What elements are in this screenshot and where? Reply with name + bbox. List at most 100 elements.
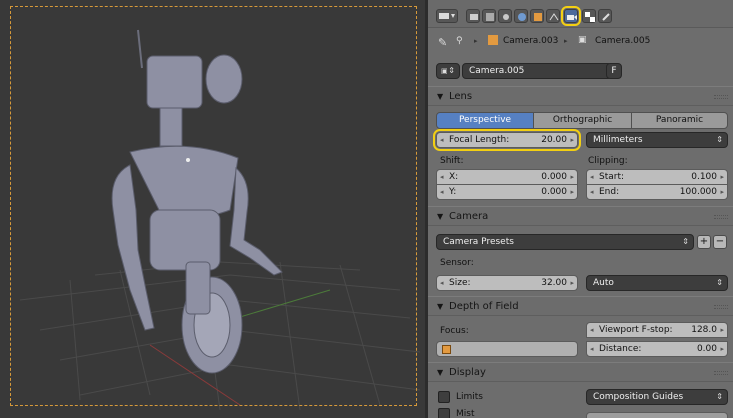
drag-grip-icon[interactable] (714, 371, 728, 375)
decrement-arrow-icon[interactable]: ◂ (440, 276, 444, 290)
focal-length-label: Focal Length: (449, 135, 510, 145)
shift-y-value: 0.000 (541, 187, 567, 197)
increment-arrow-icon[interactable]: ▸ (570, 133, 574, 147)
clip-end-value: 100.000 (679, 187, 717, 197)
orthographic-button[interactable]: Orthographic (533, 112, 632, 129)
lens-unit-value: Millimeters (593, 135, 643, 145)
properties-editor: ✎ ⚲ ▸ Camera.003 ▸ ▣ Camera.005 ▣ ⇕ Came… (425, 0, 733, 418)
add-preset-button[interactable]: + (697, 235, 711, 249)
remove-preset-button[interactable]: − (713, 235, 727, 249)
sensor-label: Sensor: (440, 258, 474, 268)
viewport-fstop-label: Viewport F-stop: (599, 325, 673, 335)
next-row-field[interactable] (586, 412, 728, 418)
sensor-fit-select[interactable]: Auto ⇕ (586, 275, 728, 291)
scene-tab-icon[interactable] (498, 9, 512, 23)
lens-unit-select[interactable]: Millimeters ⇕ (586, 132, 728, 148)
shift-y-label: Y: (449, 187, 457, 197)
clip-start-label: Start: (599, 172, 625, 182)
focus-label: Focus: (440, 326, 469, 336)
camera-data-tab-icon[interactable] (561, 6, 581, 26)
display-panel-header[interactable]: ▼ Display (428, 362, 733, 382)
decrement-arrow-icon[interactable]: ◂ (440, 185, 444, 199)
increment-arrow-icon[interactable]: ▸ (720, 185, 724, 199)
composition-guides-menu[interactable]: Composition Guides ⇕ (586, 389, 728, 405)
dof-panel-header[interactable]: ▼ Depth of Field (428, 296, 733, 316)
focus-distance-label: Distance: (599, 344, 642, 354)
increment-arrow-icon[interactable]: ▸ (720, 323, 724, 337)
mist-label: Mist (456, 409, 475, 418)
fake-user-button[interactable]: F (606, 63, 622, 79)
camera-presets-label: Camera Presets (443, 237, 514, 247)
increment-arrow-icon[interactable]: ▸ (720, 170, 724, 184)
collapse-triangle-icon: ▼ (437, 368, 444, 377)
clip-start-field[interactable]: ◂ Start: 0.100 ▸ (586, 169, 728, 185)
panoramic-button[interactable]: Panoramic (631, 112, 728, 129)
lens-panel-header[interactable]: ▼ Lens (428, 86, 733, 106)
scene-icon: ⚲ (456, 36, 463, 46)
pin-icon[interactable]: ✎ (438, 36, 447, 49)
3d-viewport[interactable] (0, 0, 425, 418)
mist-checkbox[interactable] (438, 408, 450, 418)
shift-x-value: 0.000 (541, 172, 567, 182)
sensor-size-value: 32.00 (541, 278, 567, 288)
breadcrumb-object: Camera.003 (503, 36, 559, 46)
decrement-arrow-icon[interactable]: ◂ (440, 170, 444, 184)
breadcrumb: ✎ ⚲ ▸ Camera.003 ▸ ▣ Camera.005 (428, 34, 733, 52)
chevron-updown-icon: ⇕ (682, 237, 689, 246)
physics-tab-icon[interactable] (598, 9, 612, 23)
limits-label: Limits (456, 392, 483, 402)
focus-distance-field[interactable]: ◂ Distance: 0.00 ▸ (586, 341, 728, 357)
focal-length-value: 20.00 (541, 135, 567, 145)
increment-arrow-icon[interactable]: ▸ (570, 185, 574, 199)
datablock-name-field[interactable]: Camera.005 (462, 63, 612, 79)
decrement-arrow-icon[interactable]: ◂ (590, 185, 594, 199)
object-icon (488, 35, 498, 45)
increment-arrow-icon[interactable]: ▸ (570, 276, 574, 290)
decrement-arrow-icon[interactable]: ◂ (590, 342, 594, 356)
clip-end-label: End: (599, 187, 620, 197)
drag-grip-icon[interactable] (714, 305, 728, 309)
focal-length-field[interactable]: ◂ Focal Length: 20.00 ▸ (433, 129, 581, 151)
viewport-fstop-field[interactable]: ◂ Viewport F-stop: 128.0 ▸ (586, 322, 728, 338)
camera-panel-header[interactable]: ▼ Camera (428, 206, 733, 226)
limits-checkbox[interactable] (438, 391, 450, 403)
camera-presets-menu[interactable]: Camera Presets ⇕ (436, 234, 694, 250)
camera-panel-title: Camera (449, 211, 489, 222)
texture-tab-icon[interactable] (582, 9, 596, 23)
sensor-size-label: Size: (449, 278, 471, 288)
datablock-name: Camera.005 (469, 66, 525, 76)
object-tab-icon[interactable] (530, 9, 544, 23)
chevron-updown-icon: ⇕ (716, 392, 723, 401)
breadcrumb-separator-icon: ▸ (564, 37, 568, 45)
chevron-updown-icon: ⇕ (716, 278, 723, 287)
render-tab-icon[interactable] (466, 9, 480, 23)
decrement-arrow-icon[interactable]: ◂ (590, 323, 594, 337)
clip-end-field[interactable]: ◂ End: 100.000 ▸ (586, 184, 728, 200)
camera-frame (10, 6, 417, 406)
focus-object-field[interactable] (436, 341, 578, 357)
render-layers-tab-icon[interactable] (482, 9, 496, 23)
sensor-size-field[interactable]: ◂ Size: 32.00 ▸ (436, 275, 578, 291)
editor-type-icon[interactable] (436, 9, 458, 23)
perspective-button[interactable]: Perspective (436, 112, 534, 129)
drag-grip-icon[interactable] (714, 95, 728, 99)
camera-data-icon: ▣ (441, 67, 448, 75)
composition-guides-label: Composition Guides (593, 392, 684, 402)
lens-panel-title: Lens (449, 91, 473, 102)
drag-grip-icon[interactable] (714, 215, 728, 219)
breadcrumb-camera-data: Camera.005 (595, 36, 651, 46)
lens-mode-selector: Perspective Orthographic Panoramic (428, 112, 733, 129)
decrement-arrow-icon[interactable]: ◂ (590, 170, 594, 184)
datablock-browse-button[interactable]: ▣ ⇕ (436, 63, 460, 79)
increment-arrow-icon[interactable]: ▸ (720, 342, 724, 356)
increment-arrow-icon[interactable]: ▸ (570, 170, 574, 184)
constraints-tab-icon[interactable] (546, 9, 560, 23)
chevron-updown-icon: ⇕ (716, 135, 723, 144)
shift-y-field[interactable]: ◂ Y: 0.000 ▸ (436, 184, 578, 200)
collapse-triangle-icon: ▼ (437, 92, 444, 101)
world-tab-icon[interactable] (514, 9, 528, 23)
chevron-updown-icon: ⇕ (448, 66, 455, 75)
shift-x-field[interactable]: ◂ X: 0.000 ▸ (436, 169, 578, 185)
collapse-triangle-icon: ▼ (437, 302, 444, 311)
decrement-arrow-icon[interactable]: ◂ (440, 133, 444, 147)
